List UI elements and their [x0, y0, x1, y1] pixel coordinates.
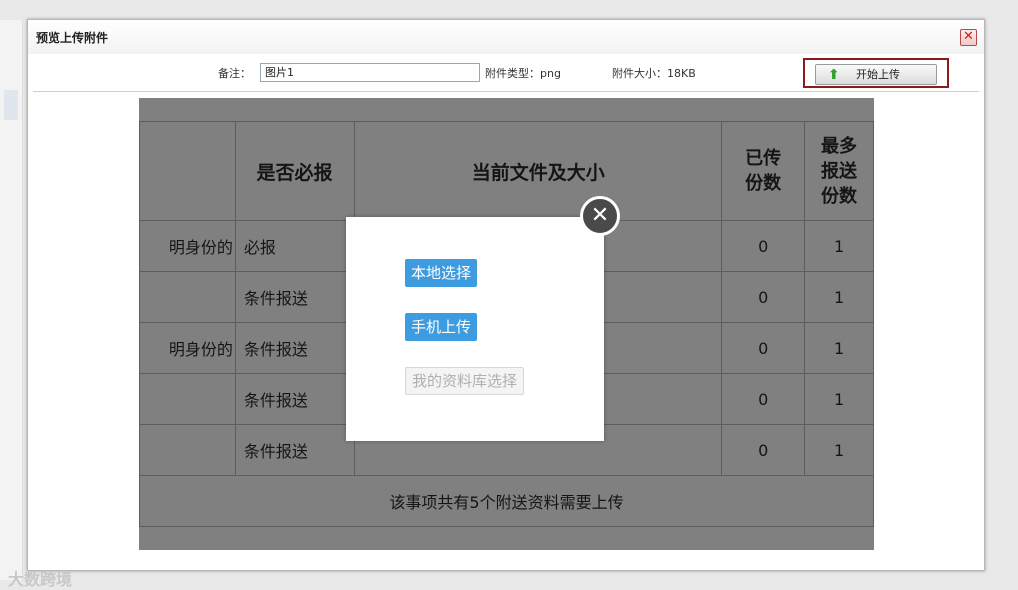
file-size-label: 附件大小：18KB	[612, 67, 696, 80]
row-name	[139, 373, 236, 425]
row-uploaded: 0	[721, 271, 806, 323]
row-uploaded: 0	[721, 220, 806, 272]
row-uploaded: 0	[721, 424, 806, 476]
row-required: 必报	[234, 220, 356, 272]
header-name	[139, 121, 236, 221]
upload-button-highlight: ⬆ 开始上传	[803, 58, 949, 88]
table-summary: 该事项共有5个附送资料需要上传	[139, 475, 874, 527]
header-required: 是否必报	[234, 121, 356, 221]
header-max-count-text: 最多报送份数	[821, 135, 858, 207]
row-max: 1	[804, 322, 874, 374]
row-name: 明身份的	[139, 322, 236, 374]
close-icon[interactable]: ✕	[960, 29, 977, 46]
local-select-button[interactable]: 本地选择	[405, 259, 478, 287]
dialog-title: 预览上传附件	[36, 31, 109, 45]
modal-close-icon[interactable]: ✕	[580, 196, 620, 236]
upload-source-modal: 本地选择 手机上传 我的资料库选择	[346, 217, 604, 441]
file-type-label: 附件类型：png	[485, 67, 561, 80]
divider	[33, 91, 979, 92]
row-max: 1	[804, 424, 874, 476]
remark-label: 备注：	[218, 67, 251, 80]
row-required: 条件报送	[234, 373, 356, 425]
row-max: 1	[804, 220, 874, 272]
row-uploaded: 0	[721, 322, 806, 374]
background-block	[4, 90, 18, 120]
watermark: 大数跨境	[8, 570, 73, 589]
background-sidebar	[0, 20, 23, 580]
header-uploaded-count-text: 已传份数	[745, 148, 782, 194]
remark-input[interactable]: 图片1	[260, 63, 480, 82]
row-name: 明身份的	[139, 220, 236, 272]
upload-arrow-icon: ⬆	[828, 67, 840, 83]
dialog-header: 预览上传附件 ✕	[28, 20, 984, 54]
row-uploaded: 0	[721, 373, 806, 425]
start-upload-label: 开始上传	[856, 68, 900, 81]
row-name	[139, 271, 236, 323]
info-bar: 备注： 图片1 附件类型：png 附件大小：18KB ⬆ 开始上传	[28, 56, 984, 92]
row-name	[139, 424, 236, 476]
start-upload-button[interactable]: ⬆ 开始上传	[815, 64, 937, 85]
row-max: 1	[804, 373, 874, 425]
header-current-file: 当前文件及大小	[354, 121, 723, 221]
row-required: 条件报送	[234, 424, 356, 476]
header-max-count: 最多报送份数	[804, 121, 874, 221]
row-max: 1	[804, 271, 874, 323]
header-uploaded-count: 已传份数	[721, 121, 806, 221]
library-select-button[interactable]: 我的资料库选择	[405, 367, 525, 395]
mobile-upload-button[interactable]: 手机上传	[405, 313, 478, 341]
row-required: 条件报送	[234, 322, 356, 374]
row-required: 条件报送	[234, 271, 356, 323]
